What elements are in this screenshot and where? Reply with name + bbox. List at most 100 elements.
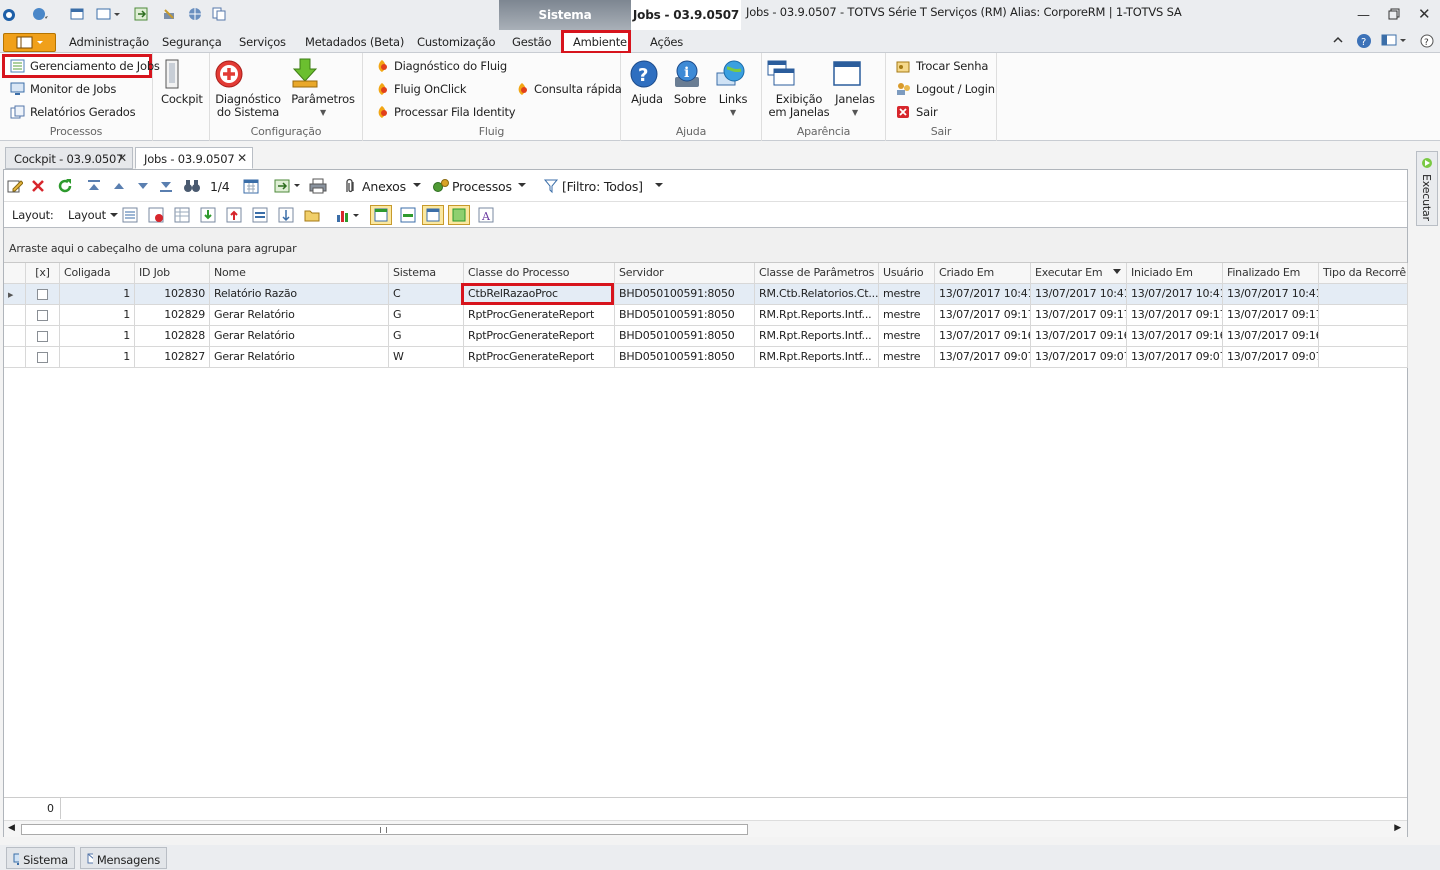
- cell-classe-processo[interactable]: RptProcGenerateReport: [464, 347, 615, 368]
- last-record-icon[interactable]: [158, 178, 174, 194]
- links-button[interactable]: Links ▼: [715, 59, 751, 119]
- header-id-job[interactable]: ID Job: [135, 263, 210, 284]
- paperclip-icon[interactable]: [342, 178, 358, 194]
- cell-finalizado-em[interactable]: 13/07/2017 09:16: [1223, 326, 1319, 347]
- first-record-icon[interactable]: [86, 178, 102, 194]
- cell-sistema[interactable]: G: [389, 305, 464, 326]
- ajuda-button[interactable]: ? Ajuda: [629, 59, 665, 106]
- anexos-button[interactable]: Anexos: [362, 179, 406, 194]
- header-nome[interactable]: Nome: [210, 263, 389, 284]
- layout-options-icon[interactable]: [1381, 34, 1407, 46]
- layout-delete-icon[interactable]: [148, 207, 164, 223]
- cell-classe-processo[interactable]: RptProcGenerateReport: [464, 326, 615, 347]
- close-tab-icon[interactable]: ✕: [117, 151, 127, 165]
- close-window-icon[interactable]: ✕: [1418, 5, 1431, 23]
- processos-dropdown-icon[interactable]: [517, 182, 527, 190]
- row-checkbox[interactable]: [37, 310, 48, 321]
- cell-id-job[interactable]: 102828: [135, 326, 210, 347]
- cell-coligada[interactable]: 1: [60, 326, 135, 347]
- cell-classe-parametros[interactable]: RM.Rpt.Reports.Intf...: [755, 305, 879, 326]
- janelas-button[interactable]: Janelas ▼: [832, 59, 878, 119]
- scroll-right-icon[interactable]: ▶: [1394, 823, 1401, 833]
- sair-button[interactable]: Sair: [896, 105, 938, 119]
- relatorios-gerados-button[interactable]: Relatórios Gerados: [10, 105, 136, 119]
- filter-dropdown-icon[interactable]: [654, 182, 664, 190]
- cell-iniciado-em[interactable]: 13/07/2017 10:41: [1127, 284, 1223, 305]
- header-coligada[interactable]: Coligada: [60, 263, 135, 284]
- scrollbar-thumb[interactable]: [21, 824, 748, 835]
- layout-grid-icon[interactable]: [174, 207, 190, 223]
- sobre-button[interactable]: i Sobre: [672, 59, 708, 106]
- edit-icon[interactable]: [7, 178, 23, 194]
- filter-icon[interactable]: [543, 178, 559, 194]
- calendar-icon[interactable]: [243, 178, 259, 194]
- cell-finalizado-em[interactable]: 13/07/2017 09:17: [1223, 305, 1319, 326]
- header-sistema[interactable]: Sistema: [389, 263, 464, 284]
- filter-button[interactable]: [Filtro: Todos]: [562, 179, 643, 194]
- delete-icon[interactable]: [30, 178, 46, 194]
- logout-login-button[interactable]: Logout / Login: [896, 82, 995, 96]
- context-tab-jobs[interactable]: Jobs - 03.9.0507: [631, 0, 741, 30]
- cell-coligada[interactable]: 1: [60, 347, 135, 368]
- binoculars-icon[interactable]: [183, 178, 201, 194]
- row-checkbox[interactable]: [37, 331, 48, 342]
- next-record-icon[interactable]: [135, 178, 151, 194]
- refresh-globe-icon[interactable]: [32, 7, 48, 21]
- cell-criado-em[interactable]: 13/07/2017 09:07: [935, 347, 1031, 368]
- cell-criado-em[interactable]: 13/07/2017 09:16: [935, 326, 1031, 347]
- table-row[interactable]: 1 102827 Gerar Relatório W RptProcGenerateRe…: [4, 347, 1408, 368]
- window-dropdown-icon[interactable]: [96, 7, 122, 21]
- cockpit-button[interactable]: Cockpit: [161, 59, 203, 106]
- context-tab-sistema[interactable]: Sistema: [499, 0, 631, 30]
- anexos-dropdown-icon[interactable]: [412, 182, 422, 190]
- table-row[interactable]: 1 102829 Gerar Relatório G RptProcGenerateRe…: [4, 305, 1408, 326]
- cell-tipo-recorrencia[interactable]: [1319, 305, 1408, 326]
- tab-customizacao[interactable]: Customização: [417, 35, 496, 49]
- cell-nome[interactable]: Gerar Relatório: [210, 326, 389, 347]
- layout-columns-icon[interactable]: [252, 207, 268, 223]
- cell-tipo-recorrencia[interactable]: [1319, 284, 1408, 305]
- cell-tipo-recorrencia[interactable]: [1319, 347, 1408, 368]
- diagnostico-sistema-button[interactable]: Diagnóstico do Sistema: [214, 59, 282, 119]
- view-toggle-1-icon[interactable]: [370, 205, 392, 225]
- tab-administracao[interactable]: Administração: [69, 35, 149, 49]
- cell-servidor[interactable]: BHD050100591:8050: [615, 284, 755, 305]
- app-orb-icon[interactable]: [2, 8, 16, 22]
- cell-servidor[interactable]: BHD050100591:8050: [615, 305, 755, 326]
- row-checkbox[interactable]: [37, 352, 48, 363]
- cell-id-job[interactable]: 102830: [135, 284, 210, 305]
- cell-usuario[interactable]: mestre: [879, 305, 935, 326]
- cell-nome[interactable]: Gerar Relatório: [210, 347, 389, 368]
- header-iniciado-em[interactable]: Iniciado Em: [1127, 263, 1223, 284]
- cell-classe-processo[interactable]: RptProcGenerateReport: [464, 305, 615, 326]
- font-icon[interactable]: A: [478, 207, 494, 223]
- web-icon[interactable]: [188, 7, 202, 21]
- cell-finalizado-em[interactable]: 13/07/2017 09:07: [1223, 347, 1319, 368]
- cell-executar-em[interactable]: 13/07/2017 10:41: [1031, 284, 1127, 305]
- exibicao-janelas-button[interactable]: Exibição em Janelas: [766, 59, 832, 119]
- file-menu-button[interactable]: [3, 33, 56, 52]
- processar-fila-button[interactable]: Processar Fila Identity: [375, 105, 516, 119]
- header-tipo-recorrencia[interactable]: Tipo da Recorrênc: [1319, 263, 1408, 284]
- cell-executar-em[interactable]: 13/07/2017 09:16: [1031, 326, 1127, 347]
- cell-id-job[interactable]: 102827: [135, 347, 210, 368]
- collapse-ribbon-icon[interactable]: [1332, 34, 1344, 46]
- doc-tab-jobs[interactable]: Jobs - 03.9.0507 ✕: [135, 147, 253, 169]
- tab-metadados[interactable]: Metadados (Beta): [305, 35, 404, 49]
- minimize-icon[interactable]: —: [1357, 8, 1370, 23]
- restore-icon[interactable]: [1388, 8, 1400, 20]
- scroll-left-icon[interactable]: ◀: [8, 823, 15, 833]
- cell-classe-parametros[interactable]: RM.Ctb.Relatorios.Ct...: [755, 284, 879, 305]
- fluig-onclick-button[interactable]: Fluig OnClick: [375, 82, 467, 96]
- tab-gestao[interactable]: Gestão: [512, 35, 552, 49]
- header-classe-processo[interactable]: Classe do Processo: [464, 263, 615, 284]
- help-globe-icon[interactable]: ?: [1356, 33, 1372, 49]
- layout-save-icon[interactable]: [122, 207, 138, 223]
- close-tab-icon[interactable]: ✕: [237, 151, 247, 165]
- cell-usuario[interactable]: mestre: [879, 284, 935, 305]
- table-row[interactable]: 1 102828 Gerar Relatório G RptProcGenerateRe…: [4, 326, 1408, 347]
- cell-executar-em[interactable]: 13/07/2017 09:07: [1031, 347, 1127, 368]
- tools-icon[interactable]: [162, 7, 176, 21]
- processos-gear-icon[interactable]: [432, 178, 450, 194]
- cell-iniciado-em[interactable]: 13/07/2017 09:16: [1127, 326, 1223, 347]
